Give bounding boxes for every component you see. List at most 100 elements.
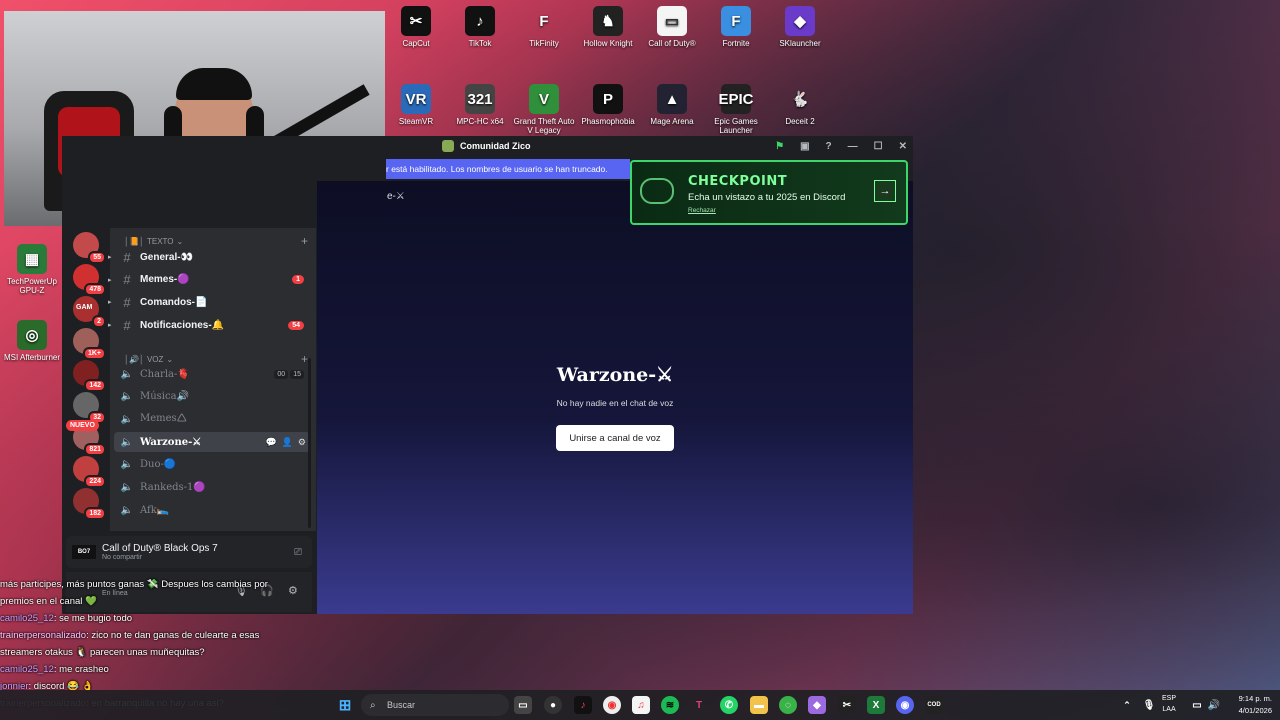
server-icon[interactable]: 55 xyxy=(73,232,106,264)
server-icon[interactable]: 142 xyxy=(73,360,106,392)
server-icon[interactable]: 1K+ xyxy=(73,328,106,360)
unread-badge: 142 xyxy=(84,379,106,392)
clock[interactable]: 9:14 p. m. 4/01/2026 xyxy=(1239,693,1272,717)
maximize-button[interactable]: ☐ xyxy=(874,141,883,152)
discord-icon[interactable]: ◉ xyxy=(896,696,914,714)
checkpoint-subtitle: Echa un vistazo a tu 2025 en Discord xyxy=(688,192,846,203)
text-channel[interactable]: ▸ # Comandos-📄 xyxy=(108,292,310,312)
call-of-duty-icon[interactable]: COD xyxy=(925,696,943,714)
hash-icon: # xyxy=(123,249,131,265)
server-icon[interactable]: 478 xyxy=(73,264,106,296)
checkpoint-title: CHECKPOINT xyxy=(688,174,788,189)
server-icon[interactable]: 32 xyxy=(73,392,106,424)
app-icon: VR xyxy=(401,84,431,114)
language-indicator[interactable]: ESP LAA xyxy=(1162,693,1176,715)
inbox-icon[interactable]: ▣ xyxy=(800,141,809,152)
flag-icon[interactable]: ⚑ xyxy=(775,141,784,152)
voice-channel[interactable]: 🔈 Memes🛆 xyxy=(114,409,310,429)
add-channel-icon[interactable]: + xyxy=(301,234,308,248)
category-text[interactable]: │📙│ TEXTO ⌄ + xyxy=(118,234,308,248)
voice-channel[interactable]: 🔈 Música🔊 xyxy=(114,387,310,407)
app-icon: V xyxy=(529,84,559,114)
chat-message: camilo25_12: me crasheo xyxy=(0,661,330,678)
desktop-icon[interactable]: F Fortnite xyxy=(704,6,768,48)
capcut-icon[interactable]: ✂ xyxy=(838,696,856,714)
monitor-icon[interactable]: ▭ xyxy=(1188,696,1206,714)
windows-start-icon[interactable]: ⊞ xyxy=(336,696,354,714)
chat-message: camilo25_12: se me bugio todo xyxy=(0,610,330,627)
server-icon[interactable]: 182 xyxy=(73,488,106,520)
desktop-icon-label: Hollow Knight xyxy=(583,39,633,48)
desktop-icon[interactable]: F TikFinity xyxy=(512,6,576,49)
scrollbar[interactable] xyxy=(308,358,311,528)
task-view-icon[interactable]: ▭ xyxy=(514,696,532,714)
text-channel[interactable]: ▸ # General-👀 xyxy=(108,247,310,267)
chrome-icon[interactable]: ◉ xyxy=(603,696,621,714)
text-channel[interactable]: ▸ # Notificaciones-🔔 54 xyxy=(108,315,310,335)
close-button[interactable]: ✕ xyxy=(899,141,907,152)
server-icon[interactable]: GAM 2 xyxy=(73,296,106,328)
app-icon: ◎ xyxy=(17,320,47,350)
speaker-icon: 🔈 xyxy=(120,482,134,493)
gear-icon[interactable]: ⚙ xyxy=(298,437,306,448)
chat-username: camilo25_12 xyxy=(0,613,54,624)
voice-channel[interactable]: 🔈 Duo-🔵 xyxy=(114,455,310,475)
voice-channel[interactable]: 🔈 Rankeds-1🟣 xyxy=(114,478,310,498)
minimize-button[interactable]: — xyxy=(848,141,858,152)
desktop-icon[interactable]: P Phasmophobia xyxy=(576,84,640,126)
itunes-icon[interactable]: ♫ xyxy=(632,696,650,714)
desktop-icon-label: MSI Afterburner xyxy=(3,353,61,362)
search-icon: ⌕ xyxy=(370,699,376,711)
desktop-icon[interactable]: ♞ Hollow Knight xyxy=(576,6,640,48)
desktop-icon[interactable]: ▦ TechPowerUp GPU-Z xyxy=(0,244,64,295)
title-bar: Comunidad Zico ⚑ ▣ ? — ☐ ✕ xyxy=(386,136,913,156)
desktop-icon[interactable]: ▭ Call of Duty® xyxy=(640,6,704,48)
desktop-icon[interactable]: ✂ CapCut xyxy=(384,6,448,48)
desktop-icon[interactable]: 🐇 Deceit 2 xyxy=(768,84,832,126)
join-voice-button[interactable]: Unirse a canal de voz xyxy=(556,425,674,451)
spotify-icon[interactable]: ≋ xyxy=(661,696,679,714)
volume-icon[interactable]: 🔊 xyxy=(1205,696,1223,714)
desktop-icon[interactable]: EPIC Epic Games Launcher xyxy=(704,84,768,135)
app-icon: ♪ xyxy=(465,6,495,36)
desktop-icon[interactable]: VR SteamVR xyxy=(384,84,448,126)
desktop-icon[interactable]: ▲ Mage Arena xyxy=(640,84,704,126)
desktop-icon-label: Deceit 2 xyxy=(785,117,815,126)
search-box[interactable]: ⌕ Buscar xyxy=(361,694,509,716)
voice-title: Warzone-⚔ xyxy=(556,364,674,386)
checkpoint-popup[interactable]: CHECKPOINT Echa un vistazo a tu 2025 en … xyxy=(630,160,908,225)
chat-text: streamers otakus 🐧 parecen unas muñequit… xyxy=(0,647,205,658)
folder-icon[interactable]: ▬ xyxy=(750,696,768,714)
app-icon: F xyxy=(539,12,549,30)
desktop-icon-label: Epic Games Launcher xyxy=(714,117,758,135)
tiktok-icon[interactable]: ♪ xyxy=(574,696,592,714)
screen-share-icon[interactable]: ⎚ xyxy=(294,547,302,558)
mention-badge: 54 xyxy=(288,320,304,330)
chat-bubble-icon[interactable]: 💬 xyxy=(265,437,276,448)
voice-channel[interactable]: 🔈 Warzone-⚔ 💬 👤 ⚙ xyxy=(114,432,310,453)
voice-channel[interactable]: 🔈 Charla-🫀 00 15 xyxy=(114,364,310,384)
dismiss-link[interactable]: Rechazar xyxy=(688,207,716,214)
voice-channel[interactable]: 🔈 Afk🛌 xyxy=(114,500,310,520)
desktop-icon[interactable]: V Grand Theft Auto V Legacy xyxy=(512,84,576,135)
desktop-icon[interactable]: ◎ MSI Afterburner xyxy=(0,320,64,362)
activity-panel[interactable]: BO7 Call of Duty® Black Ops 7 No compart… xyxy=(66,536,312,568)
desktop-icon[interactable]: 321 MPC-HC x64 xyxy=(448,84,512,126)
help-icon[interactable]: ? xyxy=(826,141,832,152)
arrow-right-icon[interactable]: → xyxy=(874,180,896,202)
whatsapp-icon[interactable]: ✆ xyxy=(720,696,738,714)
tikfinity-icon[interactable]: T xyxy=(690,696,708,714)
server-icon[interactable]: 224 xyxy=(73,456,106,488)
mic-tray-icon[interactable]: 🎙 xyxy=(1140,696,1158,714)
channel-name: Música🔊 xyxy=(140,391,190,403)
xbox-icon[interactable]: ◌ xyxy=(779,696,797,714)
text-channel[interactable]: ▸ # Memes-🟣 1 xyxy=(108,270,310,290)
share-status: No compartir xyxy=(102,554,143,561)
excel-icon[interactable]: X xyxy=(867,696,885,714)
obs-icon[interactable]: ● xyxy=(544,696,562,714)
chevron-up-icon[interactable]: ⌃ xyxy=(1118,696,1136,714)
desktop-icon[interactable]: ◆ SKlauncher xyxy=(768,6,832,48)
desktop-icon[interactable]: ♪ TikTok xyxy=(448,6,512,48)
game-bar-icon[interactable]: ◆ xyxy=(808,696,826,714)
invite-icon[interactable]: 👤 xyxy=(282,437,293,448)
